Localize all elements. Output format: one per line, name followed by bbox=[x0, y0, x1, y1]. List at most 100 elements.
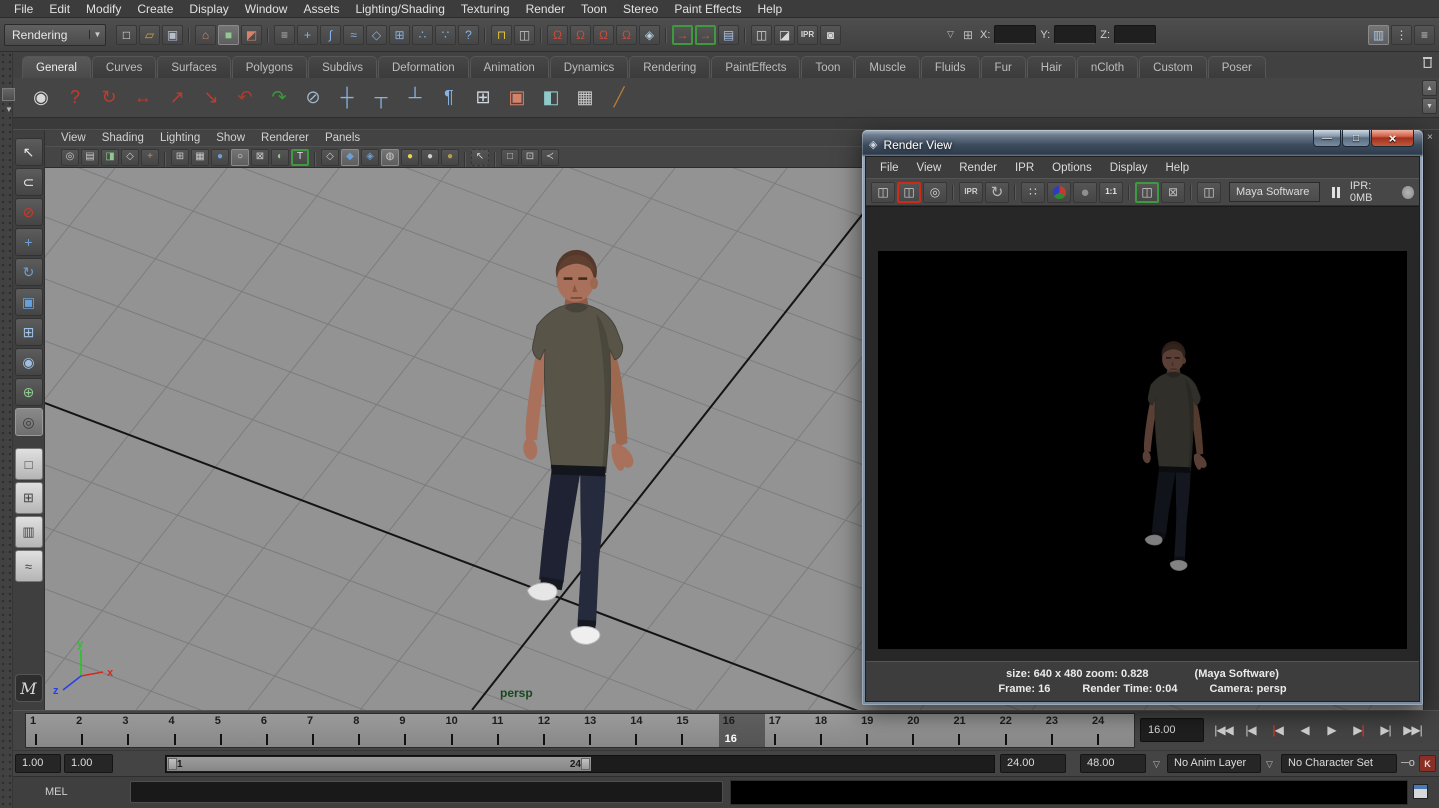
timeline-frame[interactable]: 4 bbox=[165, 714, 211, 747]
menu-item[interactable]: Paint Effects bbox=[666, 2, 749, 16]
panel-menu-item[interactable]: Panels bbox=[317, 132, 368, 144]
keying-mode-icon[interactable]: ─o bbox=[1401, 757, 1415, 769]
trash-icon[interactable]: ⊔ bbox=[1422, 55, 1433, 72]
timeline-frame[interactable]: 11 bbox=[488, 714, 534, 747]
step-forward-frame-button[interactable]: ▶ | bbox=[1346, 715, 1371, 745]
xray-display-icon[interactable]: ⊠ bbox=[251, 149, 269, 166]
alpha-channel-icon[interactable]: ● bbox=[1073, 182, 1097, 203]
render-view-menu-item[interactable]: File bbox=[871, 162, 908, 174]
anim-layer-field[interactable]: No Anim Layer bbox=[1167, 754, 1261, 773]
shelf-tab[interactable]: PaintEffects bbox=[711, 56, 800, 78]
track-camera-icon[interactable]: ↔ bbox=[126, 81, 160, 115]
vp-single-pane-icon[interactable]: □ bbox=[501, 149, 519, 166]
shelf-tab[interactable]: Deformation bbox=[378, 56, 469, 78]
vp-share-icon[interactable]: ≺ bbox=[541, 149, 559, 166]
ipr-render-icon[interactable]: IPR bbox=[797, 25, 818, 45]
maximize-button[interactable]: □ bbox=[1342, 130, 1370, 147]
timeline-frame[interactable]: 23 bbox=[1042, 714, 1088, 747]
menu-item[interactable]: Help bbox=[750, 2, 791, 16]
animation-end-input[interactable]: 48.00 bbox=[1080, 754, 1146, 773]
close-pane-icon[interactable]: × bbox=[1427, 132, 1433, 143]
universal-manipulator-icon[interactable]: ⊞ bbox=[15, 318, 43, 346]
render-view-menu-item[interactable]: Display bbox=[1101, 162, 1157, 174]
render-view-menu-item[interactable]: View bbox=[908, 162, 951, 174]
menu-item[interactable]: Edit bbox=[41, 2, 78, 16]
z-input[interactable] bbox=[1114, 25, 1156, 44]
current-time-input[interactable]: 16.00 bbox=[1140, 718, 1204, 742]
mask-particles-icon[interactable]: ∴ bbox=[412, 25, 433, 45]
mask-polygons-icon[interactable]: ◇ bbox=[366, 25, 387, 45]
timeline-frame[interactable]: 17 bbox=[765, 714, 811, 747]
snap-to-grid-icon[interactable]: Ω bbox=[547, 25, 568, 45]
undo-icon[interactable]: ↶ bbox=[228, 81, 262, 115]
paint-shelf-icon[interactable]: ╱ bbox=[602, 81, 636, 115]
open-scene-icon[interactable]: ▱ bbox=[139, 25, 160, 45]
menu-item[interactable]: Lighting/Shading bbox=[347, 2, 452, 16]
mask-misc-icon[interactable]: ∵ bbox=[435, 25, 456, 45]
timeline-frame[interactable]: 7 bbox=[303, 714, 349, 747]
panel-menu-item[interactable]: Shading bbox=[94, 132, 152, 144]
graph-persp-layout-icon[interactable]: ≈ bbox=[15, 550, 43, 582]
menu-item[interactable]: Assets bbox=[295, 2, 347, 16]
shelf-menu-icon[interactable]: ▼ bbox=[3, 105, 15, 117]
character-model[interactable] bbox=[486, 243, 653, 655]
command-language-button[interactable]: MEL bbox=[45, 786, 68, 798]
field-snap-icon[interactable]: ⊞ bbox=[960, 28, 976, 42]
single-pane-layout-icon[interactable]: □ bbox=[15, 448, 43, 480]
arc-length-tool-icon[interactable]: ┴ bbox=[398, 81, 432, 115]
annotate-icon[interactable]: ¶ bbox=[432, 81, 466, 115]
script-editor-icon[interactable] bbox=[1413, 784, 1428, 799]
anim-layer-menu-icon[interactable]: ▽ bbox=[1153, 759, 1160, 770]
panel-camera-attrs-icon[interactable]: ◎ bbox=[61, 149, 79, 166]
grid-toggle-icon[interactable]: ⊞ bbox=[171, 149, 189, 166]
timeline-frame[interactable]: 15 bbox=[672, 714, 718, 747]
range-slider-bar[interactable]: 1 24 bbox=[167, 757, 591, 771]
shelf-tab[interactable]: Curves bbox=[92, 56, 156, 78]
panel-bookmarks-icon[interactable]: ▤ bbox=[81, 149, 99, 166]
renderer-dropdown[interactable]: Maya Software bbox=[1229, 182, 1320, 202]
open-render-settings-icon[interactable]: ◫ bbox=[1135, 182, 1159, 203]
shelf-tab[interactable]: General bbox=[22, 56, 91, 78]
texture-display-icon[interactable]: T bbox=[291, 149, 309, 166]
timeline-frame[interactable]: 22 bbox=[996, 714, 1042, 747]
outliner-persp-layout-icon[interactable]: ▥ bbox=[15, 516, 43, 548]
attribute-editor-icon[interactable]: ≡ bbox=[1414, 25, 1435, 45]
delete-icon[interactable]: ⊘ bbox=[296, 81, 330, 115]
shelf-tab[interactable]: Dynamics bbox=[550, 56, 628, 78]
construction-history-icon[interactable]: ▤ bbox=[718, 25, 739, 45]
last-tool-icon[interactable]: ◎ bbox=[15, 408, 43, 436]
timeline-frame[interactable]: 12 bbox=[534, 714, 580, 747]
render-sequence-icon[interactable]: ∷ bbox=[1021, 182, 1045, 203]
panel-menu-item[interactable]: Renderer bbox=[253, 132, 317, 144]
command-line-input[interactable] bbox=[130, 781, 723, 803]
timeline-frame[interactable]: 18 bbox=[811, 714, 857, 747]
hypergraph-icon[interactable]: ⊞ bbox=[466, 81, 500, 115]
snap-to-plane-icon[interactable]: Ω bbox=[616, 25, 637, 45]
shelf-tab[interactable]: Fluids bbox=[921, 56, 980, 78]
panel-menu-item[interactable]: View bbox=[53, 132, 94, 144]
snap-to-point-icon[interactable]: Ω bbox=[593, 25, 614, 45]
step-back-frame-button[interactable]: | ◀ bbox=[1265, 715, 1290, 745]
menu-item[interactable]: Toon bbox=[573, 2, 615, 16]
open-render-view-icon[interactable]: ◫ bbox=[751, 25, 772, 45]
panel-snap-icon[interactable]: + bbox=[141, 149, 159, 166]
menu-item[interactable]: Modify bbox=[78, 2, 129, 16]
select-object-shelf-icon[interactable]: ◧ bbox=[534, 81, 568, 115]
scale-tool-icon[interactable]: ▣ bbox=[15, 288, 43, 316]
timeline-frame[interactable]: 13 bbox=[580, 714, 626, 747]
select-component-shelf-icon[interactable]: ▦ bbox=[568, 81, 602, 115]
close-button[interactable]: × bbox=[1371, 130, 1414, 147]
zoom-camera-icon[interactable]: ↘ bbox=[194, 81, 228, 115]
panel-menu-item[interactable]: Lighting bbox=[152, 132, 208, 144]
menu-item[interactable]: Texturing bbox=[453, 2, 518, 16]
no-lights-icon[interactable]: ● bbox=[441, 149, 459, 166]
shelf-scroll-down-button[interactable]: ▼ bbox=[1422, 98, 1437, 114]
character-set-field[interactable]: No Character Set bbox=[1281, 754, 1397, 773]
save-scene-icon[interactable]: ▣ bbox=[162, 25, 183, 45]
timeline-frame[interactable]: 21 bbox=[949, 714, 995, 747]
play-backwards-button[interactable]: ◀ bbox=[1292, 715, 1317, 745]
playback-start-input[interactable]: 1.00 bbox=[64, 754, 113, 773]
display-options-icon[interactable]: ◫ bbox=[1197, 182, 1221, 203]
shelf-tab[interactable]: Rendering bbox=[629, 56, 710, 78]
render-view-menu-item[interactable]: Render bbox=[950, 162, 1006, 174]
